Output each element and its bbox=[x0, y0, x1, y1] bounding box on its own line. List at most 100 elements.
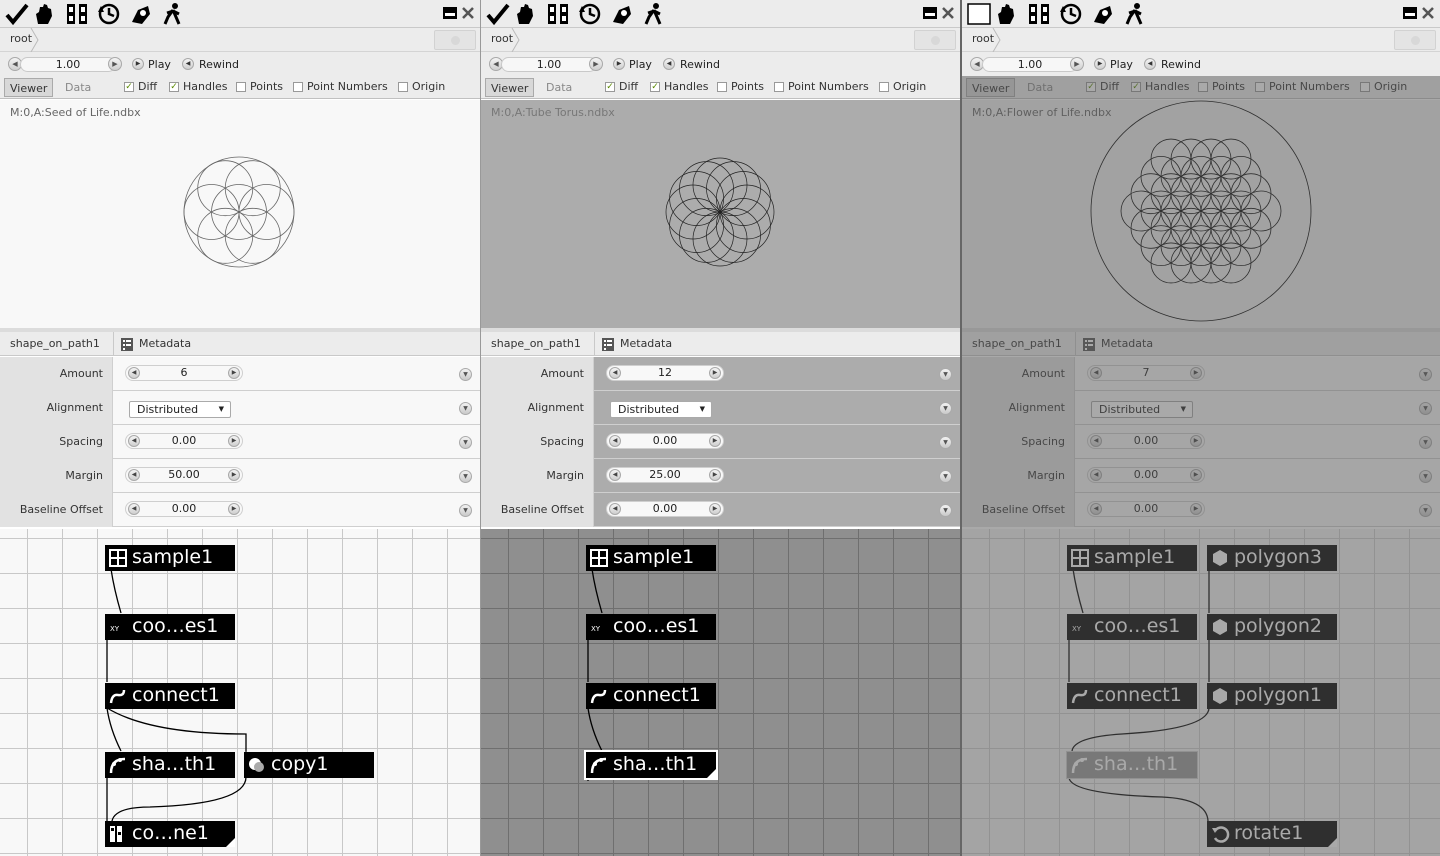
increment-icon[interactable]: ▶ bbox=[1190, 503, 1202, 515]
point-numbers-checkbox[interactable] bbox=[293, 82, 303, 92]
breadcrumb-root[interactable]: root bbox=[10, 32, 32, 45]
metadata-button[interactable]: Metadata bbox=[139, 337, 191, 350]
points-checkbox[interactable] bbox=[236, 82, 246, 92]
param-number-field[interactable]: ◀ 0.00 ▶ bbox=[1087, 501, 1205, 517]
network-canvas[interactable]: sample1 XY coo…es1 connect1 sha…th1 copy… bbox=[0, 529, 480, 856]
frame-increment-button[interactable]: ▶ bbox=[589, 57, 603, 71]
viewer-canvas[interactable]: M:0,A:Flower of Life.ndbx bbox=[962, 100, 1440, 328]
param-menu-button[interactable]: ▼ bbox=[939, 436, 952, 449]
param-number-field[interactable]: ◀ 0.00 ▶ bbox=[606, 501, 724, 517]
diff-checkbox[interactable]: ✓ bbox=[124, 82, 134, 92]
node-connect1[interactable]: connect1 bbox=[586, 683, 716, 709]
handles-checkbox[interactable]: ✓ bbox=[1131, 82, 1141, 92]
network-canvas[interactable]: sample1 XY coo…es1 connect1 sha…th1 bbox=[481, 529, 960, 856]
hand-icon[interactable] bbox=[994, 2, 1020, 26]
viewer-canvas[interactable]: M:0,A:Tube Torus.ndbx bbox=[481, 100, 960, 328]
param-number-field[interactable]: ◀ 7 ▶ bbox=[1087, 365, 1205, 381]
param-menu-button[interactable]: ▼ bbox=[1419, 368, 1432, 381]
node-shape-on-path1[interactable]: sha…th1 bbox=[584, 750, 718, 780]
node-sample1[interactable]: sample1 bbox=[105, 545, 235, 571]
runner-icon[interactable] bbox=[160, 2, 186, 26]
tab-viewer[interactable]: Viewer bbox=[485, 78, 535, 97]
param-menu-button[interactable]: ▼ bbox=[459, 368, 472, 381]
grid-nodes-icon[interactable] bbox=[1026, 2, 1052, 26]
increment-icon[interactable]: ▶ bbox=[228, 435, 240, 447]
param-menu-button[interactable]: ▼ bbox=[1419, 436, 1432, 449]
param-number-field[interactable]: ◀ 0.00 ▶ bbox=[125, 433, 243, 449]
pin-button[interactable] bbox=[1394, 30, 1436, 50]
param-menu-button[interactable]: ▼ bbox=[1419, 470, 1432, 483]
frame-field[interactable]: 1.00 bbox=[982, 57, 1078, 72]
history-icon[interactable] bbox=[577, 2, 603, 26]
history-icon[interactable] bbox=[96, 2, 122, 26]
param-number-field[interactable]: ◀ 0.00 ▶ bbox=[606, 433, 724, 449]
publish-icon[interactable] bbox=[128, 2, 154, 26]
node-coordinates[interactable]: XY coo…es1 bbox=[1067, 614, 1197, 640]
param-menu-button[interactable]: ▼ bbox=[1419, 402, 1432, 415]
hand-icon[interactable] bbox=[513, 2, 539, 26]
pin-button[interactable] bbox=[914, 30, 956, 50]
diff-checkbox[interactable]: ✓ bbox=[1086, 82, 1096, 92]
node-polygon2[interactable]: polygon2 bbox=[1207, 614, 1337, 640]
increment-icon[interactable]: ▶ bbox=[1190, 367, 1202, 379]
decrement-icon[interactable]: ◀ bbox=[128, 435, 140, 447]
breadcrumb-root[interactable]: root bbox=[972, 32, 994, 45]
breadcrumb-root[interactable]: root bbox=[491, 32, 513, 45]
origin-checkbox[interactable] bbox=[1360, 82, 1370, 92]
play-button[interactable]: Play bbox=[148, 58, 171, 71]
handles-checkbox[interactable]: ✓ bbox=[169, 82, 179, 92]
play-icon[interactable]: ▶ bbox=[613, 58, 625, 70]
alignment-select[interactable]: Distributed ▼ bbox=[610, 401, 712, 418]
param-number-field[interactable]: ◀ 12 ▶ bbox=[606, 365, 724, 381]
origin-checkbox[interactable] bbox=[879, 82, 889, 92]
play-button[interactable]: Play bbox=[629, 58, 652, 71]
history-icon[interactable] bbox=[1058, 2, 1084, 26]
node-connect1[interactable]: connect1 bbox=[1067, 683, 1197, 709]
increment-icon[interactable]: ▶ bbox=[709, 503, 721, 515]
metadata-button[interactable]: Metadata bbox=[1101, 337, 1153, 350]
increment-icon[interactable]: ▶ bbox=[709, 367, 721, 379]
runner-icon[interactable] bbox=[641, 2, 667, 26]
origin-checkbox[interactable] bbox=[398, 82, 408, 92]
param-menu-button[interactable]: ▼ bbox=[459, 470, 472, 483]
close-icon[interactable] bbox=[460, 4, 476, 22]
node-coordinates[interactable]: XY coo…es1 bbox=[586, 614, 716, 640]
node-sample1[interactable]: sample1 bbox=[1067, 545, 1197, 571]
close-icon[interactable] bbox=[1420, 4, 1436, 22]
checkmark-icon[interactable] bbox=[485, 2, 511, 26]
point-numbers-checkbox[interactable] bbox=[774, 82, 784, 92]
frame-increment-button[interactable]: ▶ bbox=[1070, 57, 1084, 71]
decrement-icon[interactable]: ◀ bbox=[609, 367, 621, 379]
param-menu-button[interactable]: ▼ bbox=[459, 436, 472, 449]
rewind-icon[interactable]: ◀ bbox=[1144, 58, 1156, 70]
node-copy1[interactable]: copy1 bbox=[244, 752, 374, 778]
metadata-icon[interactable] bbox=[602, 338, 614, 351]
param-menu-button[interactable]: ▼ bbox=[939, 368, 952, 381]
play-button[interactable]: Play bbox=[1110, 58, 1133, 71]
node-connect1[interactable]: connect1 bbox=[105, 683, 235, 709]
param-menu-button[interactable]: ▼ bbox=[939, 504, 952, 517]
metadata-icon[interactable] bbox=[121, 338, 133, 351]
param-menu-button[interactable]: ▼ bbox=[939, 402, 952, 415]
tab-data[interactable]: Data bbox=[60, 78, 96, 97]
increment-icon[interactable]: ▶ bbox=[228, 503, 240, 515]
play-icon[interactable]: ▶ bbox=[1094, 58, 1106, 70]
runner-icon[interactable] bbox=[1122, 2, 1148, 26]
node-polygon1[interactable]: polygon1 bbox=[1207, 683, 1337, 709]
increment-icon[interactable]: ▶ bbox=[228, 469, 240, 481]
checkmark-icon[interactable] bbox=[4, 2, 30, 26]
checkbox-empty-icon[interactable] bbox=[966, 2, 992, 26]
metadata-button[interactable]: Metadata bbox=[620, 337, 672, 350]
tab-viewer[interactable]: Viewer bbox=[4, 78, 54, 97]
increment-icon[interactable]: ▶ bbox=[1190, 469, 1202, 481]
rewind-icon[interactable]: ◀ bbox=[182, 58, 194, 70]
increment-icon[interactable]: ▶ bbox=[1190, 435, 1202, 447]
rewind-button[interactable]: Rewind bbox=[680, 58, 720, 71]
decrement-icon[interactable]: ◀ bbox=[1090, 367, 1102, 379]
rewind-icon[interactable]: ◀ bbox=[663, 58, 675, 70]
minimize-icon[interactable] bbox=[922, 4, 938, 22]
metadata-icon[interactable] bbox=[1083, 338, 1095, 351]
increment-icon[interactable]: ▶ bbox=[709, 469, 721, 481]
node-rotate1[interactable]: rotate1 bbox=[1207, 821, 1337, 847]
param-number-field[interactable]: ◀ 50.00 ▶ bbox=[125, 467, 243, 483]
